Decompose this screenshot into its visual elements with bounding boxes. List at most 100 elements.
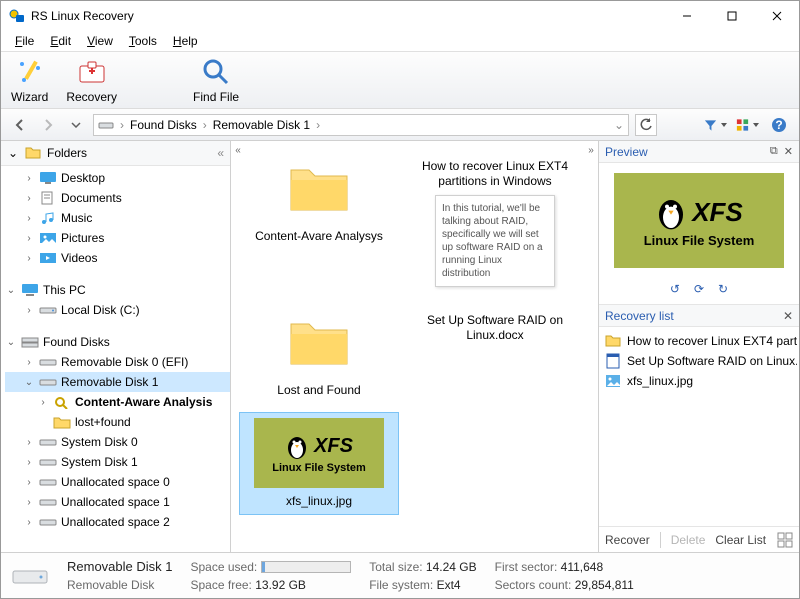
tree-item-local-disk[interactable]: ›Local Disk (C:) [5, 300, 230, 320]
chevron-right-icon: › [116, 118, 128, 132]
nav-history-button[interactable] [65, 114, 87, 136]
folder-icon [25, 145, 41, 161]
rotate-180-button[interactable]: ⟳ [694, 282, 704, 296]
preview-title: Preview [605, 145, 648, 159]
svg-text:?: ? [775, 118, 782, 132]
tree-item-documents[interactable]: ›Documents [5, 188, 230, 208]
tree-item-music[interactable]: ›Music [5, 208, 230, 228]
maximize-button[interactable] [709, 1, 754, 31]
image-thumbnail: XFS Linux File System [254, 418, 384, 488]
tree-item-pictures[interactable]: ›Pictures [5, 228, 230, 248]
chevron-right-icon: › [199, 118, 211, 132]
recovery-item[interactable]: Set Up Software RAID on Linux.docx [601, 351, 797, 371]
file-item-doc[interactable]: Set Up Software RAID on Linux.docx [415, 301, 575, 404]
file-caption: Lost and Found [277, 383, 360, 398]
doc-preview: In this tutorial, we'll be talking about… [435, 195, 555, 287]
tree-body: ›Desktop ›Documents ›Music ›Pictures ›Vi… [1, 166, 230, 552]
wizard-label: Wizard [11, 90, 48, 104]
status-disk-type: Removable Disk [67, 578, 173, 592]
breadcrumb-item[interactable]: Removable Disk 1 [213, 118, 310, 132]
close-button[interactable] [754, 1, 799, 31]
view-mode-button[interactable] [735, 114, 759, 136]
tree-item-content-aware[interactable]: ›Content-Aware Analysis [5, 392, 230, 412]
tree-item-unallocated-2[interactable]: ›Unallocated space 2 [5, 512, 230, 532]
file-caption: Set Up Software RAID on Linux.docx [421, 313, 569, 343]
tree-item-lost-found[interactable]: lost+found [5, 412, 230, 432]
collapse-up-icon[interactable]: » [584, 143, 598, 157]
recovery-list-header: Recovery list ✕ [599, 305, 799, 327]
disk-icon [11, 563, 49, 589]
nav-back-button[interactable] [9, 114, 31, 136]
collapse-left-icon[interactable]: « [231, 143, 245, 157]
menu-edit[interactable]: Edit [42, 32, 79, 50]
preview-header: Preview ⧉ ✕ [599, 141, 799, 163]
delete-button[interactable]: Delete [671, 533, 706, 547]
grid-view-icon[interactable] [777, 532, 793, 548]
status-disk-name: Removable Disk 1 [67, 559, 173, 574]
recovery-item[interactable]: How to recover Linux EXT4 partitions [601, 331, 797, 351]
tree-item-videos[interactable]: ›Videos [5, 248, 230, 268]
recovery-button[interactable]: Recovery [66, 56, 117, 104]
menu-tools[interactable]: Tools [121, 32, 165, 50]
view-tools: ? [703, 114, 791, 136]
tree-item-system-disk-0[interactable]: ›System Disk 0 [5, 432, 230, 452]
find-file-button[interactable]: Find File [193, 56, 239, 104]
drive-icon [98, 117, 114, 133]
breadcrumb-dropdown[interactable]: ⌄ [614, 118, 624, 132]
preview-image: XFS Linux File System [599, 163, 799, 278]
nav-forward-button[interactable] [37, 114, 59, 136]
wizard-icon [14, 56, 46, 88]
tree-item-desktop[interactable]: ›Desktop [5, 168, 230, 188]
file-item-doc[interactable]: How to recover Linux EXT4 partitions in … [415, 147, 575, 293]
tree-item-unallocated-1[interactable]: ›Unallocated space 1 [5, 492, 230, 512]
close-icon[interactable]: ✕ [783, 309, 793, 323]
tree-item-found-disks[interactable]: ⌄Found Disks [5, 332, 230, 352]
app-icon [9, 8, 25, 24]
file-view: « » Content-Avare Analysys How to recove… [231, 141, 599, 552]
chevron-up-icon[interactable]: « [217, 146, 224, 160]
recovery-icon [76, 56, 108, 88]
tree-header[interactable]: ⌄ Folders « [1, 141, 230, 166]
file-item-folder[interactable]: Content-Avare Analysys [239, 147, 399, 293]
tree-item-removable-disk-1[interactable]: ⌄Removable Disk 1 [5, 372, 230, 392]
tree-item-this-pc[interactable]: ⌄This PC [5, 280, 230, 300]
menu-view[interactable]: View [79, 32, 121, 50]
menubar: File Edit View Tools Help [1, 31, 799, 51]
tree-item-system-disk-1[interactable]: ›System Disk 1 [5, 452, 230, 472]
clear-list-button[interactable]: Clear List [715, 533, 766, 547]
file-caption: xfs_linux.jpg [286, 494, 352, 509]
recover-button[interactable]: Recover [605, 533, 650, 547]
addressbar: › Found Disks › Removable Disk 1 › ⌄ ? [1, 109, 799, 141]
close-icon[interactable]: ✕ [784, 145, 793, 158]
file-item-folder[interactable]: Lost and Found [239, 301, 399, 404]
menu-help[interactable]: Help [165, 32, 206, 50]
file-item-image-selected[interactable]: XFS Linux File System xfs_linux.jpg [239, 412, 399, 515]
collapse-icon[interactable]: ⌄ [7, 146, 19, 160]
recovery-footer: Recover Delete Clear List [599, 526, 799, 552]
menu-file[interactable]: File [7, 32, 42, 50]
titlebar: RS Linux Recovery [1, 1, 799, 31]
wizard-button[interactable]: Wizard [11, 56, 48, 104]
chevron-right-icon: › [312, 118, 324, 132]
breadcrumb[interactable]: › Found Disks › Removable Disk 1 › ⌄ [93, 114, 629, 136]
find-file-icon [200, 56, 232, 88]
find-file-label: Find File [193, 90, 239, 104]
window-title: RS Linux Recovery [31, 9, 664, 23]
help-button[interactable]: ? [767, 114, 791, 136]
folder-tree-panel: ⌄ Folders « ›Desktop ›Documents ›Music ›… [1, 141, 231, 552]
breadcrumb-root[interactable]: Found Disks [130, 118, 197, 132]
rotate-left-button[interactable]: ↺ [670, 282, 680, 296]
file-caption: How to recover Linux EXT4 partitions in … [421, 159, 569, 189]
minimize-button[interactable] [664, 1, 709, 31]
tree-item-unallocated-0[interactable]: ›Unallocated space 0 [5, 472, 230, 492]
rotate-right-button[interactable]: ↻ [718, 282, 728, 296]
tree-item-removable-disk-0[interactable]: ›Removable Disk 0 (EFI) [5, 352, 230, 372]
recovery-list-panel: Recovery list ✕ How to recover Linux EXT… [599, 304, 799, 526]
filter-button[interactable] [703, 114, 727, 136]
tree-header-label: Folders [47, 146, 87, 160]
right-panel: Preview ⧉ ✕ XFS Linux File System ↺ ⟳ ↻ R… [599, 141, 799, 552]
recovery-item[interactable]: xfs_linux.jpg [601, 371, 797, 391]
refresh-button[interactable] [635, 114, 657, 136]
rotate-controls: ↺ ⟳ ↻ [599, 278, 799, 304]
popout-icon[interactable]: ⧉ [770, 145, 778, 158]
